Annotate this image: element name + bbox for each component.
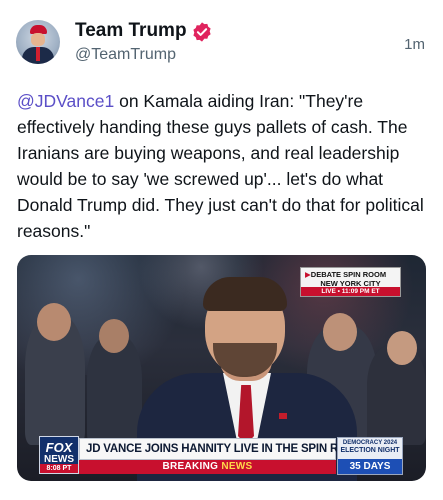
post-body-text: on Kamala aiding Iran: "They're effectiv… bbox=[17, 91, 424, 241]
author-avatar[interactable] bbox=[16, 20, 60, 64]
background-person-head bbox=[323, 313, 357, 351]
background-person-head bbox=[387, 331, 417, 365]
breaking-suffix: NEWS bbox=[221, 461, 253, 472]
election-countdown: DEMOCRACY 2024 ELECTION NIGHT 35 DAYS bbox=[337, 437, 403, 475]
location-tag-live: LIVE • 11:09 PM ET bbox=[301, 287, 400, 296]
mention-link[interactable]: @JDVance1 bbox=[17, 91, 114, 111]
breaking-news-bar: BREAKING NEWS bbox=[79, 460, 336, 474]
logo-fox-text: FOX bbox=[45, 440, 73, 455]
background-person-head bbox=[37, 303, 71, 341]
location-tag-title: DEBATE SPIN ROOM bbox=[310, 270, 387, 279]
post-card[interactable]: Team Trump @TeamTrump 1m @JDVance1 on Ka… bbox=[0, 0, 443, 500]
location-tag-line1: ▶DEBATE SPIN ROOM bbox=[305, 270, 386, 279]
logo-clock: 8:08 PT bbox=[40, 464, 78, 473]
breaking-news-text: BREAKING NEWS bbox=[79, 461, 336, 472]
breaking-prefix: BREAKING bbox=[162, 461, 222, 472]
countdown-line2: ELECTION NIGHT bbox=[340, 447, 400, 454]
lower-third-banner: FOX NEWS 8:08 PT JD VANCE JOINS HANNITY … bbox=[17, 434, 426, 481]
author-name[interactable]: Team Trump bbox=[75, 20, 187, 42]
countdown-days: 35 DAYS bbox=[338, 459, 402, 474]
background-person-head bbox=[99, 319, 129, 353]
avatar-tie-shape bbox=[36, 47, 40, 61]
flag-pin-icon bbox=[279, 413, 287, 419]
avatar-face-shape bbox=[31, 33, 45, 46]
verified-badge-icon bbox=[193, 22, 211, 42]
chyron-headline: JD VANCE JOINS HANNITY LIVE IN THE SPIN … bbox=[79, 438, 365, 460]
chyron-headline-text: JD VANCE JOINS HANNITY LIVE IN THE SPIN … bbox=[86, 443, 365, 455]
fox-news-logo: FOX NEWS 8:08 PT bbox=[39, 436, 79, 474]
countdown-line1: DEMOCRACY 2024 bbox=[342, 440, 398, 446]
location-tag: ▶DEBATE SPIN ROOM NEW YORK CITY LIVE • 1… bbox=[300, 267, 401, 297]
video-media[interactable]: ▶DEBATE SPIN ROOM NEW YORK CITY LIVE • 1… bbox=[17, 255, 426, 481]
author-handle[interactable]: @TeamTrump bbox=[75, 46, 176, 64]
post-timestamp[interactable]: 1m bbox=[404, 36, 425, 53]
post-body: @JDVance1 on Kamala aiding Iran: "They'r… bbox=[17, 88, 427, 244]
speaker-hair bbox=[203, 277, 287, 311]
